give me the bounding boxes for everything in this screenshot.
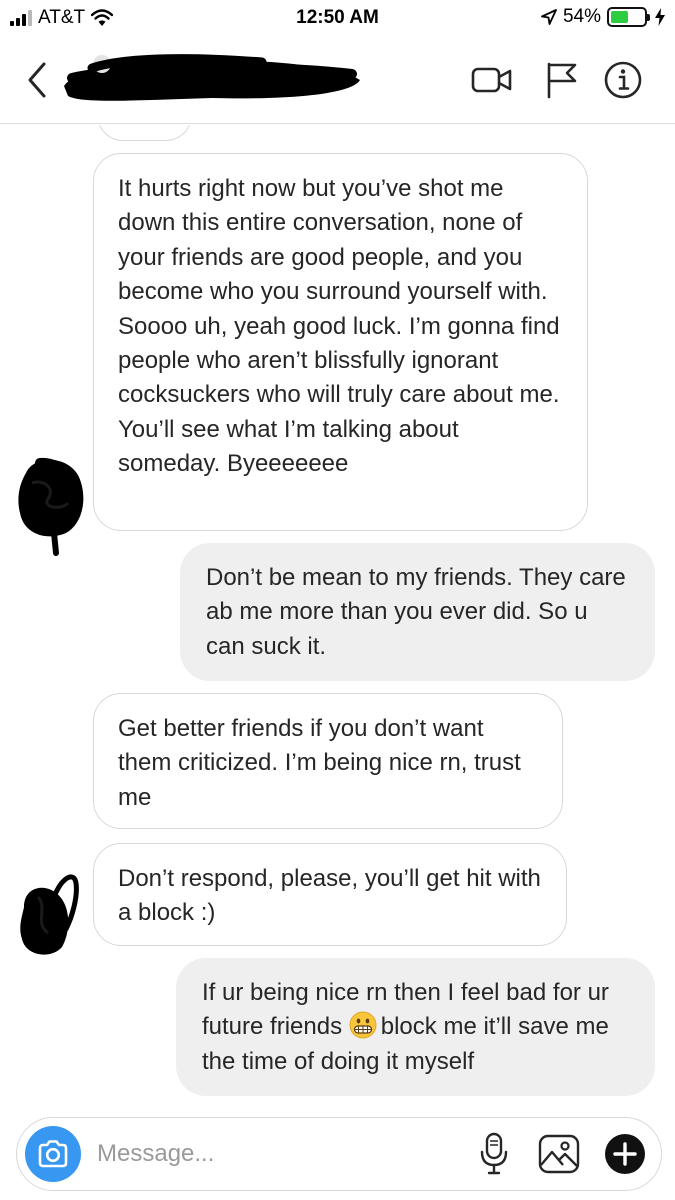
outgoing-message[interactable]: If ur being nice rn then I feel bad for … bbox=[176, 958, 655, 1096]
camera-icon bbox=[38, 1140, 68, 1168]
previous-message-bubble bbox=[97, 125, 192, 141]
redacted-avatar[interactable] bbox=[14, 867, 84, 959]
incoming-message[interactable]: It hurts right now but you’ve shot me do… bbox=[93, 153, 588, 531]
redacted-avatar[interactable] bbox=[12, 453, 87, 563]
incoming-message[interactable]: Get better friends if you don’t want the… bbox=[93, 693, 563, 829]
info-icon[interactable] bbox=[601, 60, 645, 100]
battery-percent: 54% bbox=[562, 6, 601, 27]
status-bar: AT&T 12:50 AM 54% bbox=[0, 0, 675, 36]
status-bar-right: 54% bbox=[541, 6, 665, 28]
location-arrow-icon bbox=[541, 9, 557, 25]
plus-icon[interactable] bbox=[603, 1132, 647, 1176]
chat-header bbox=[0, 36, 675, 124]
message-thread[interactable]: It hurts right now but you’ve shot me do… bbox=[0, 125, 675, 1110]
video-call-icon[interactable] bbox=[470, 60, 514, 100]
battery-icon bbox=[607, 7, 650, 27]
outgoing-message[interactable]: Don’t be mean to my friends. They care a… bbox=[180, 543, 655, 681]
message-input[interactable] bbox=[97, 1134, 457, 1174]
charging-bolt-icon bbox=[655, 8, 665, 26]
message-composer bbox=[16, 1117, 662, 1191]
incoming-message[interactable]: Don’t respond, please, you’ll get hit wi… bbox=[93, 843, 567, 946]
back-chevron-icon[interactable] bbox=[22, 60, 52, 100]
camera-button[interactable] bbox=[25, 1126, 81, 1182]
redacted-contact-name[interactable] bbox=[62, 50, 362, 106]
flag-icon[interactable] bbox=[541, 60, 585, 100]
gallery-icon[interactable] bbox=[537, 1132, 581, 1176]
microphone-icon[interactable] bbox=[479, 1132, 509, 1176]
battery-level-fill bbox=[611, 11, 629, 23]
grimacing-face-emoji bbox=[349, 1011, 377, 1039]
